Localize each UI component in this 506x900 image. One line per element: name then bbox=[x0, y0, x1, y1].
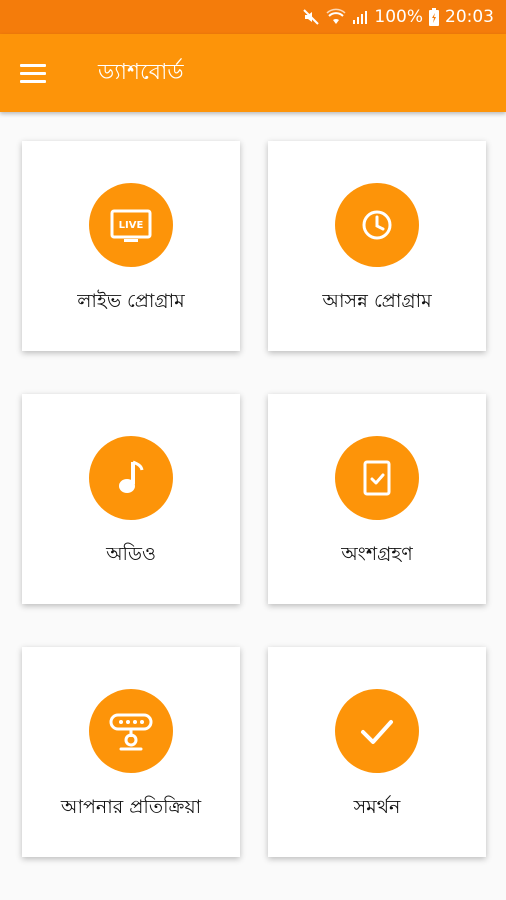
wifi-icon bbox=[326, 8, 346, 26]
card-live-program[interactable]: LIVE লাইভ প্রোগ্রাম bbox=[22, 141, 240, 351]
card-support[interactable]: সমর্থন bbox=[268, 647, 486, 857]
mute-icon bbox=[302, 8, 320, 26]
card-label: অংশগ্রহণ bbox=[341, 543, 413, 565]
battery-percent: 100% bbox=[374, 7, 423, 27]
page-title: ড্যাশবোর্ড bbox=[98, 59, 184, 85]
hamburger-icon bbox=[20, 63, 46, 67]
card-label: লাইভ প্রোগ্রাম bbox=[77, 290, 185, 312]
live-tv-icon: LIVE bbox=[89, 183, 173, 267]
webcam-icon bbox=[89, 689, 173, 773]
checkmark-icon bbox=[335, 689, 419, 773]
checklist-icon bbox=[335, 436, 419, 520]
card-label: অডিও bbox=[106, 543, 156, 565]
signal-icon bbox=[352, 9, 368, 25]
card-participation[interactable]: অংশগ্রহণ bbox=[268, 394, 486, 604]
music-note-icon bbox=[89, 436, 173, 520]
menu-button[interactable] bbox=[20, 53, 60, 93]
app-bar: ড্যাশবোর্ড bbox=[0, 34, 506, 112]
card-label: সমর্থন bbox=[353, 796, 401, 818]
card-label: আপনার প্রতিক্রিয়া bbox=[60, 796, 202, 818]
card-audio[interactable]: অডিও bbox=[22, 394, 240, 604]
clock-icon bbox=[335, 183, 419, 267]
clock-time: 20:03 bbox=[445, 7, 494, 27]
card-label: আসন্ন প্রোগ্রাম bbox=[322, 290, 432, 312]
status-bar: 100% 20:03 bbox=[0, 0, 506, 34]
battery-icon bbox=[429, 8, 439, 26]
live-badge: LIVE bbox=[119, 220, 144, 231]
card-feedback[interactable]: আপনার প্রতিক্রিয়া bbox=[22, 647, 240, 857]
card-upcoming-program[interactable]: আসন্ন প্রোগ্রাম bbox=[268, 141, 486, 351]
